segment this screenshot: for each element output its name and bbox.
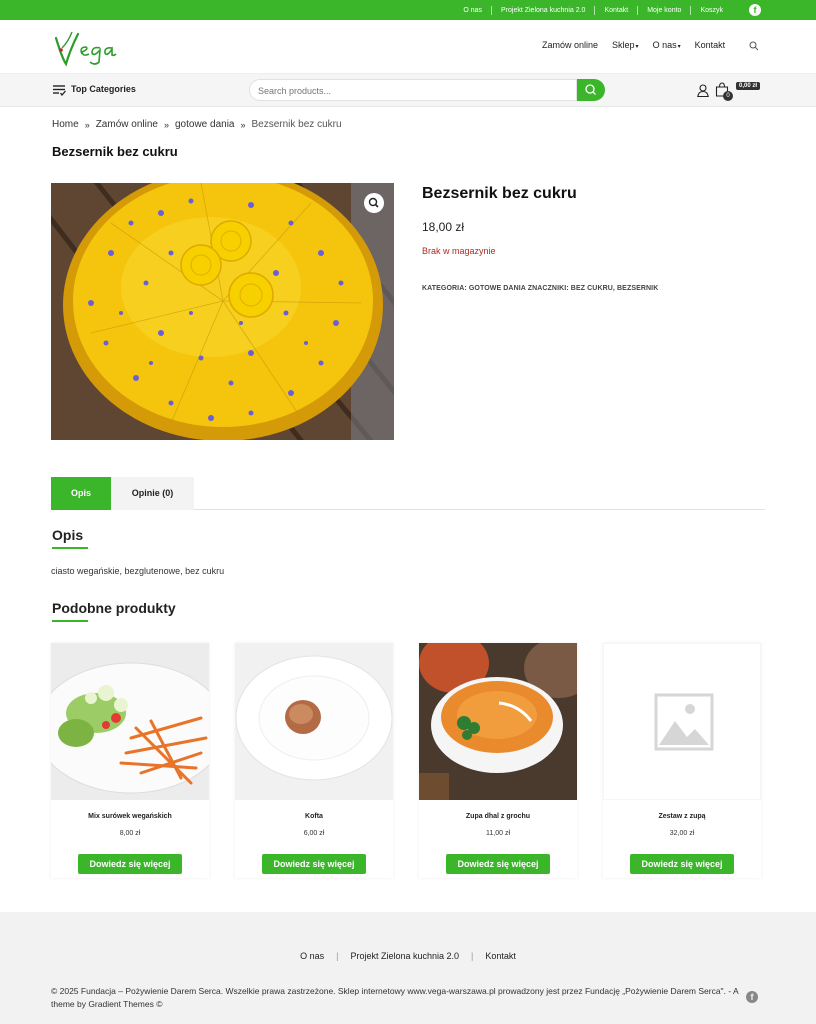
product-card-name[interactable]: Zupa dhal z grochu	[419, 813, 577, 820]
zoom-button[interactable]	[364, 193, 384, 213]
learn-more-button[interactable]: Dowiedz się więcej	[446, 854, 550, 874]
nav-o-nas[interactable]: O nas▾	[653, 40, 681, 50]
user-icon[interactable]	[697, 84, 709, 97]
description-text: ciasto wegańskie, bezglutenowe, bez cukr…	[51, 566, 225, 576]
cart-total[interactable]: 0,00 zł	[736, 82, 761, 90]
footer-link-projekt[interactable]: Projekt Zielona kuchnia 2.0	[338, 951, 471, 961]
category-bar: Top Categories 0 0,00 zł	[0, 74, 816, 107]
chevron-right-icon: »	[240, 119, 246, 130]
breadcrumb-home[interactable]: Home	[52, 119, 79, 130]
site-footer: O nas | Projekt Zielona kuchnia 2.0 | Ko…	[0, 912, 816, 1024]
top-categories-label[interactable]: Top Categories	[71, 84, 136, 94]
product-meta: KATEGORIA: GOTOWE DANIA ZNACZNIKI: BEZ C…	[422, 285, 659, 292]
product-card-price: 8,00 zł	[119, 830, 141, 837]
main-nav: Zamów online Sklep▾ O nas▾ Kontakt	[542, 40, 739, 50]
nav-o-nas-label: O nas	[652, 40, 677, 50]
product-card[interactable]: Zestaw z zupą 32,00 zł Dowiedz się więce…	[603, 643, 761, 878]
nav-sklep-label: Sklep	[612, 40, 635, 50]
top-link-projekt[interactable]: Projekt Zielona kuchnia 2.0	[491, 5, 594, 15]
product-card-image[interactable]	[235, 643, 393, 800]
product-image[interactable]	[51, 183, 394, 440]
chevron-down-icon: ▾	[677, 44, 681, 50]
search-box	[249, 79, 577, 101]
footer-link-o-nas[interactable]: O nas	[288, 951, 336, 961]
related-heading: Podobne produkty	[52, 600, 176, 616]
facebook-icon[interactable]: f	[749, 4, 761, 16]
learn-more-button[interactable]: Dowiedz się więcej	[630, 854, 734, 874]
cart-count-badge: 0	[723, 91, 733, 101]
product-card-price: 6,00 zł	[303, 830, 325, 837]
nav-sklep[interactable]: Sklep▾	[612, 40, 639, 50]
search-icon	[585, 84, 596, 95]
stock-status: Brak w magazynie	[422, 246, 496, 256]
product-title: Bezsernik bez cukru	[422, 185, 577, 202]
product-card-name[interactable]: Mix surówek wegańskich	[51, 813, 209, 820]
nav-zamow-online[interactable]: Zamów online	[542, 40, 598, 50]
top-link-koszyk[interactable]: Koszyk	[690, 5, 732, 15]
top-link-o-nas[interactable]: O nas	[454, 6, 491, 15]
top-bar: O nas Projekt Zielona kuchnia 2.0 Kontak…	[0, 0, 816, 20]
nav-kontakt[interactable]: Kontakt	[695, 40, 726, 50]
chevron-down-icon: ▾	[635, 44, 639, 50]
breadcrumb: Home » Zamów online » gotowe dania » Bez…	[52, 119, 342, 130]
top-link-moje-konto[interactable]: Moje konto	[637, 5, 690, 15]
product-card-price: 11,00 zł	[486, 830, 510, 837]
page-title: Bezsernik bez cukru	[52, 144, 178, 159]
footer-nav: O nas | Projekt Zielona kuchnia 2.0 | Ko…	[0, 951, 816, 961]
product-price: 18,00 zł	[422, 220, 465, 234]
product-card[interactable]: Zupa dhal z grochu 11,00 zł Dowiedz się …	[419, 643, 577, 878]
product-card-name[interactable]: Kofta	[235, 813, 393, 820]
search-input[interactable]	[258, 84, 558, 97]
menu-list-icon[interactable]	[53, 85, 66, 96]
tab-opinie[interactable]: Opinie (0)	[111, 477, 194, 510]
product-card[interactable]: Mix surówek wegańskich 8,00 zł Dowiedz s…	[51, 643, 209, 878]
heading-underline	[52, 620, 88, 622]
chevron-right-icon: »	[84, 119, 90, 130]
placeholder-image[interactable]	[603, 643, 761, 800]
learn-more-button[interactable]: Dowiedz się więcej	[78, 854, 182, 874]
learn-more-button[interactable]: Dowiedz się więcej	[262, 854, 366, 874]
vega-logo[interactable]	[52, 28, 122, 70]
description-heading: Opis	[52, 527, 84, 543]
product-card-image[interactable]	[51, 643, 209, 800]
product-card-price: 32,00 zł	[669, 830, 695, 837]
breadcrumb-zamow-online[interactable]: Zamów online	[96, 119, 158, 130]
product-card-image[interactable]	[419, 643, 577, 800]
tab-opis[interactable]: Opis	[51, 477, 111, 510]
breadcrumb-gotowe-dania[interactable]: gotowe dania	[175, 119, 235, 130]
zoom-icon	[368, 197, 379, 208]
site-header: Zamów online Sklep▾ O nas▾ Kontakt	[0, 20, 816, 74]
facebook-icon[interactable]: f	[746, 991, 758, 1003]
footer-link-kontakt[interactable]: Kontakt	[473, 951, 528, 961]
heading-underline	[52, 547, 88, 549]
copyright-text: © 2025 Fundacja – Pożywienie Darem Serca…	[51, 986, 739, 1009]
product-card[interactable]: Kofta 6,00 zł Dowiedz się więcej	[235, 643, 393, 878]
product-card-name[interactable]: Zestaw z zupą	[603, 813, 761, 820]
top-nav: O nas Projekt Zielona kuchnia 2.0 Kontak…	[454, 0, 732, 20]
breadcrumb-current: Bezsernik bez cukru	[251, 119, 342, 130]
top-link-kontakt[interactable]: Kontakt	[594, 5, 637, 15]
chevron-right-icon: »	[163, 119, 169, 130]
search-icon[interactable]	[749, 41, 759, 51]
search-button[interactable]	[577, 79, 605, 101]
